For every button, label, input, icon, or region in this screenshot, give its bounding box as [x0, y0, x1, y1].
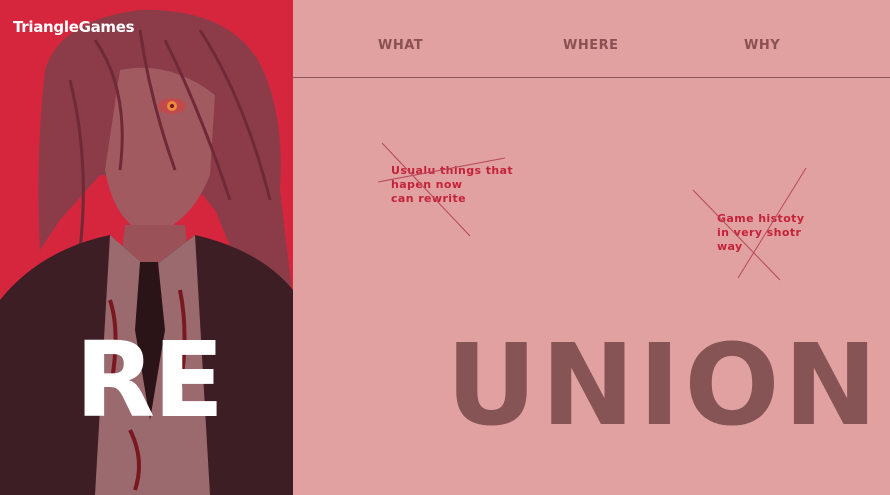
note-line: hapen now — [391, 178, 463, 191]
hero-panel: TriangleGames RE — [0, 0, 293, 495]
nav-link-why[interactable]: WHY — [744, 38, 780, 53]
note-line: Usualu things that — [391, 164, 514, 177]
brand-logo[interactable]: TriangleGames — [13, 18, 135, 36]
note-line: Game histoty — [717, 212, 805, 225]
note-game-history: Game histoty in very shotr way — [717, 212, 804, 254]
note-usual-things: Usualu things that hapen now can rewrite — [391, 164, 513, 206]
hero-title-right: UNION — [446, 321, 882, 451]
top-navigation: WHAT WHERE WHY — [293, 0, 890, 78]
hero-title-left: RE — [75, 319, 224, 441]
note-line: in very shotr — [717, 226, 802, 239]
nav-link-what[interactable]: WHAT — [378, 38, 423, 53]
note-line: can rewrite — [391, 192, 466, 205]
nav-link-where[interactable]: WHERE — [563, 38, 619, 53]
note-line: way — [717, 240, 743, 253]
